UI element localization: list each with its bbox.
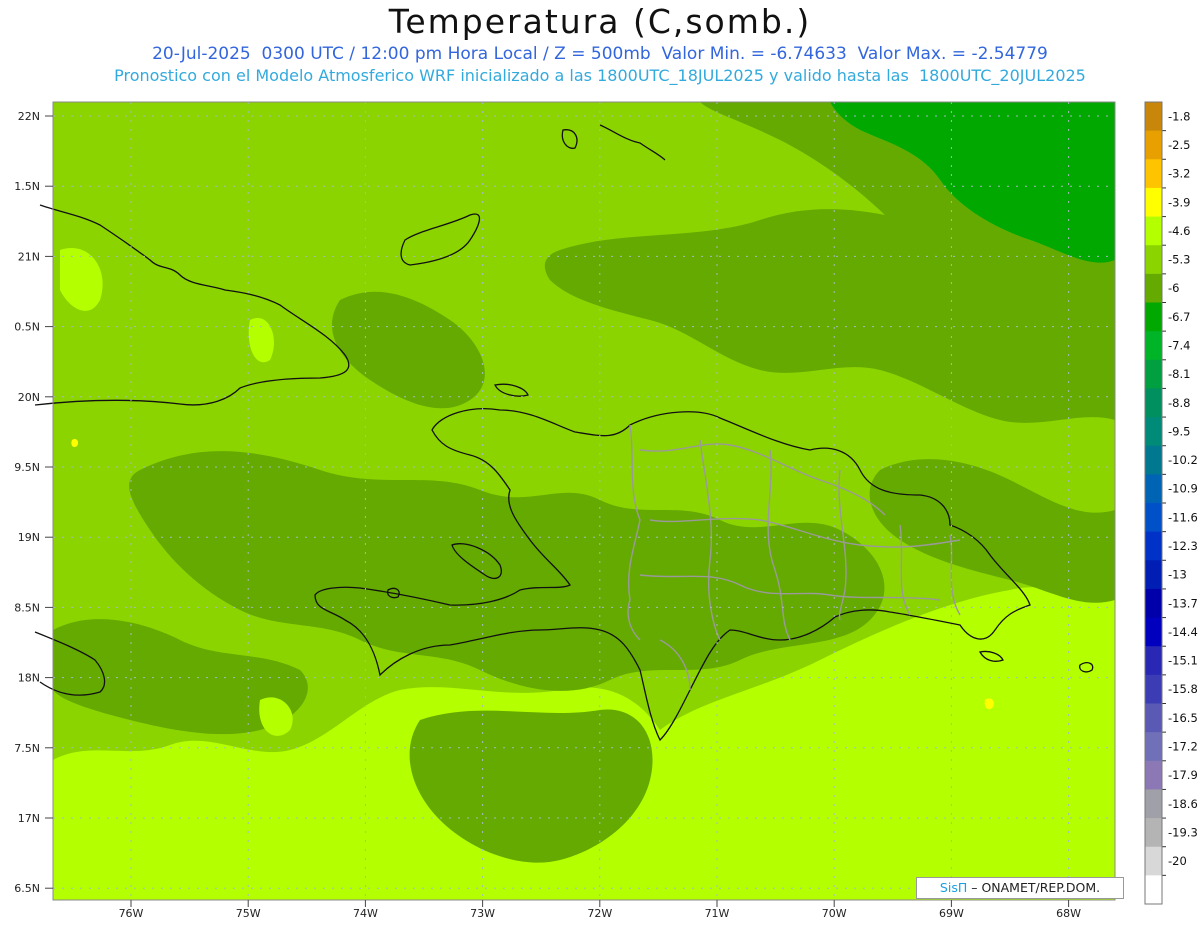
colorbar-label: -11.6 — [1168, 510, 1198, 524]
colorbar-label: -3.2 — [1168, 167, 1190, 181]
colorbar-label: -9.5 — [1168, 424, 1190, 438]
latitude-tick-label: 9.5N — [14, 461, 40, 474]
latitude-tick-label: 6.5N — [14, 882, 40, 895]
colorbar-swatch — [1145, 818, 1162, 848]
colorbar-label: -13.7 — [1168, 596, 1198, 610]
colorbar-label: -14.4 — [1168, 625, 1198, 639]
latitude-tick-label: 7.5N — [14, 742, 40, 755]
colorbar-legend: -1.8 -2.5 -3.2 -3.9 -4.6 -5.3 -6 -6.7 -7.4 -8.1 -8… — [1144, 101, 1198, 905]
colorbar-label: -6 — [1168, 281, 1179, 295]
latitude-tick-label: 18N — [18, 672, 40, 685]
latitude-tick-label: 0.5N — [14, 321, 40, 334]
colorbar-label: -12.3 — [1168, 539, 1198, 553]
colorbar-swatch — [1145, 302, 1162, 332]
colorbar-swatch — [1145, 388, 1162, 418]
longitude-tick-label: 74W — [353, 907, 378, 920]
map-field — [53, 102, 1115, 900]
latitude-tick-label: 17N — [18, 812, 40, 825]
latitude-axis: 22N 1.5N 21N 0.5N 20N 9.5N 19N 8.5N 18N 7.5N 17N 6.… — [14, 110, 53, 895]
colorbar-label: -7.4 — [1168, 338, 1190, 352]
colorbar-label: -18.6 — [1168, 797, 1198, 811]
colorbar-swatch — [1145, 273, 1162, 303]
longitude-axis: 76W 75W 74W 73W 72W 71W 70W 69W 68W — [119, 900, 1081, 920]
colorbar-swatch — [1145, 216, 1162, 246]
colorbar-label: -13 — [1168, 568, 1187, 582]
colorbar-swatch — [1145, 531, 1162, 561]
longitude-tick-label: 70W — [822, 907, 847, 920]
latitude-tick-label: 8.5N — [14, 601, 40, 614]
field-region-warm-southeast — [820, 696, 1115, 900]
colorbar-label: -17.2 — [1168, 739, 1198, 753]
colorbar-swatch — [1145, 760, 1162, 790]
longitude-tick-label: 68W — [1056, 907, 1081, 920]
latitude-tick-label: 1.5N — [14, 180, 40, 193]
longitude-tick-label: 75W — [236, 907, 261, 920]
colorbar-label: -16.5 — [1168, 711, 1198, 725]
field-spot-warm-2 — [71, 438, 79, 448]
colorbar-swatch — [1145, 102, 1162, 132]
colorbar-label: -3.9 — [1168, 195, 1190, 209]
latitude-tick-label: 22N — [18, 110, 40, 123]
colorbar-swatch — [1145, 789, 1162, 819]
colorbar-swatch — [1145, 674, 1162, 704]
credit-text: – ONAMET/REP.DOM. — [971, 880, 1101, 895]
colorbar-swatch — [1145, 417, 1162, 447]
colorbar-swatch — [1145, 130, 1162, 160]
latitude-tick-label: 20N — [18, 391, 40, 404]
colorbar-swatch — [1145, 187, 1162, 218]
colorbar-swatch — [1145, 646, 1162, 676]
colorbar-swatch — [1145, 359, 1162, 389]
colorbar-swatch — [1145, 588, 1162, 619]
colorbar-swatch — [1145, 732, 1162, 762]
latitude-tick-label: 19N — [18, 531, 40, 544]
colorbar-swatch — [1145, 617, 1162, 647]
colorbar-label: -20 — [1168, 854, 1187, 868]
credit-box: SisΠ – ONAMET/REP.DOM. — [916, 877, 1124, 899]
colorbar-label: -10.2 — [1168, 453, 1198, 467]
colorbar-swatch — [1145, 245, 1162, 275]
sispi-logo: SisΠ — [939, 880, 968, 895]
colorbar-label: -15.8 — [1168, 682, 1198, 696]
colorbar-label: -15.1 — [1168, 654, 1198, 668]
colorbar-swatch — [1145, 560, 1162, 590]
colorbar-swatch — [1145, 445, 1162, 475]
latitude-tick-label: 21N — [18, 250, 40, 263]
colorbar-swatch — [1145, 846, 1162, 876]
colorbar-label: -10.9 — [1168, 482, 1198, 496]
colorbar-label: -8.8 — [1168, 396, 1190, 410]
colorbar-label: -2.5 — [1168, 138, 1190, 152]
colorbar-label: -19.3 — [1168, 825, 1198, 839]
colorbar-swatch — [1145, 159, 1162, 189]
colorbar-label: -8.1 — [1168, 367, 1190, 381]
colorbar-label: -6.7 — [1168, 310, 1190, 324]
longitude-tick-label: 76W — [119, 907, 144, 920]
colorbar-swatch — [1145, 331, 1162, 361]
colorbar-label: -4.6 — [1168, 224, 1190, 238]
colorbar-swatch — [1145, 474, 1162, 504]
colorbar-swatch — [1145, 703, 1162, 733]
colorbar-label: -17.9 — [1168, 768, 1198, 782]
colorbar-swatch — [1145, 875, 1162, 905]
colorbar-swatch — [1145, 503, 1162, 533]
colorbar-label: -1.8 — [1168, 109, 1190, 123]
longitude-tick-label: 71W — [705, 907, 730, 920]
field-spot-warmest — [984, 698, 994, 710]
longitude-tick-label: 73W — [470, 907, 495, 920]
longitude-tick-label: 69W — [939, 907, 964, 920]
longitude-tick-label: 72W — [587, 907, 612, 920]
colorbar-label: -5.3 — [1168, 253, 1190, 267]
temperature-map: 22N 1.5N 21N 0.5N 20N 9.5N 19N 8.5N 18N 7.5N 17N 6.… — [14, 101, 1198, 920]
